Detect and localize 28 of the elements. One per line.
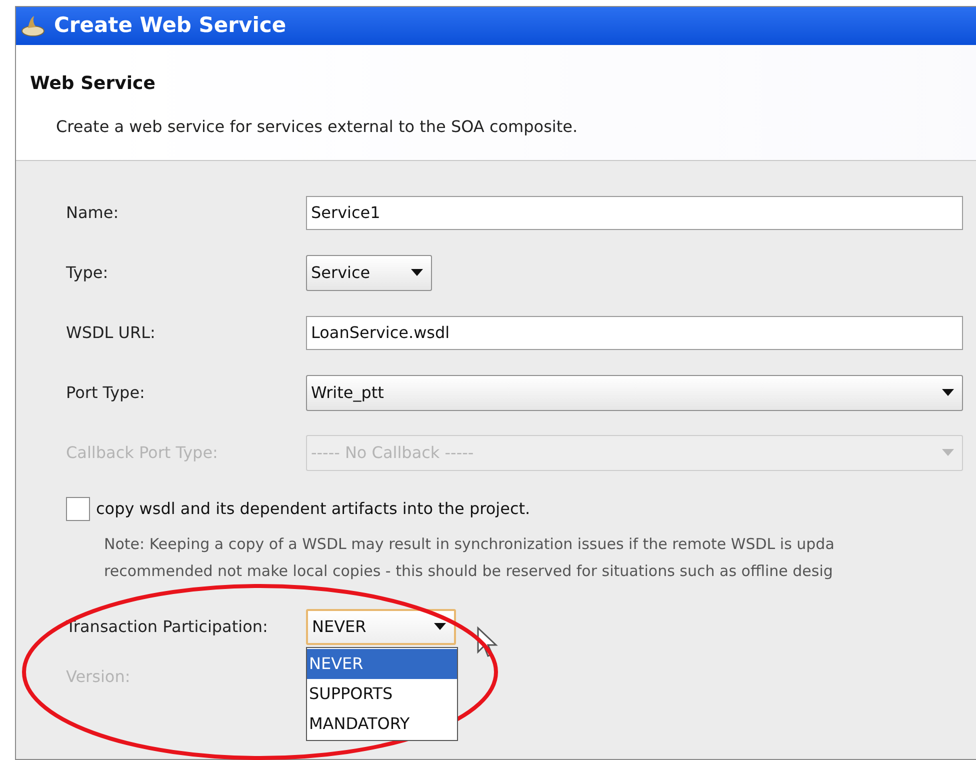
dropdown-option[interactable]: NEVER <box>307 649 457 679</box>
field-label: Transaction Participation: <box>66 616 269 638</box>
dropdown[interactable]: Write_ptt <box>306 375 963 411</box>
dropdown[interactable]: NEVER <box>306 609 456 645</box>
mouse-pointer-icon <box>476 626 498 658</box>
checkbox-label: copy wsdl and its dependent artifacts into the project. <box>96 498 530 520</box>
dropdown[interactable]: Service <box>306 255 432 291</box>
field-label: Name: <box>66 202 120 224</box>
dropdown-option[interactable]: SUPPORTS <box>307 679 457 709</box>
app-icon <box>20 14 46 38</box>
note-text: recommended not make local copies - this should be reserved for situations such as offline desig <box>104 561 834 582</box>
section-title: Web Service <box>30 72 156 96</box>
field-label: Version: <box>66 666 130 688</box>
dropdown-option[interactable]: MANDATORY <box>307 709 457 739</box>
text-field[interactable]: LoanService.wsdl <box>306 316 963 350</box>
caret-icon <box>411 269 423 277</box>
caret-icon <box>942 449 954 457</box>
field-label: Port Type: <box>66 382 146 404</box>
field-label: WSDL URL: <box>66 322 156 344</box>
note-text: Note: Keeping a copy of a WSDL may result in synchronization issues if the remote WSDL is upda <box>104 534 836 555</box>
caret-icon <box>942 389 954 397</box>
text-field[interactable]: Service1 <box>306 196 963 230</box>
caret-icon <box>434 623 446 631</box>
field-label: Type: <box>66 262 110 284</box>
field-label: Callback Port Type: <box>66 442 219 464</box>
checkbox[interactable] <box>66 497 90 521</box>
window-title: Create Web Service <box>54 12 286 40</box>
section-description: Create a web service for services external to the SOA composite. <box>55 116 579 138</box>
